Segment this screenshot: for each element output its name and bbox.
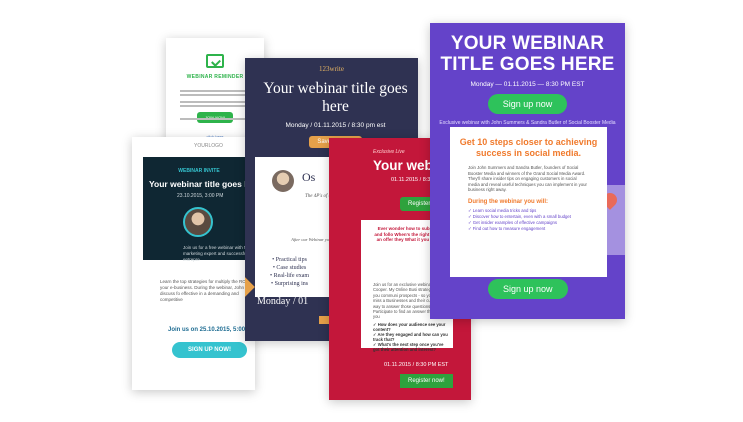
sign-up-button[interactable]: Sign up now [487, 94, 568, 114]
text-line [180, 94, 250, 96]
check-item: ✓ What's the next step once you've got t… [373, 342, 444, 352]
write-title: Your webinar title goes here [263, 80, 408, 115]
purple-panel-body: Join John Summers and Sandra Butler, fou… [468, 165, 587, 193]
write-date-bottom: Monday / 01 [257, 296, 309, 307]
invite-join-date: Join us on 25.10.2015, 5:00 P [168, 327, 251, 333]
bullet-item: • Case studies [272, 265, 307, 271]
purple-webinar-card: YOUR WEBINAR TITLE GOES HERE Monday — 01… [430, 23, 625, 319]
bullet-item: • Real-life exam [270, 273, 310, 279]
logo: YOURLOGO [194, 143, 223, 149]
webinar-invite-card: YOURLOGO WEBINAR INVITE Your webinar tit… [132, 137, 255, 390]
presenter-avatar [183, 207, 213, 237]
red-checklist: ✓ How does your audience see your conten… [373, 322, 451, 352]
bullet-item: • Practical tips [272, 257, 307, 263]
invite-body: Learn the top strategies for multiply th… [160, 279, 253, 302]
invite-hero: WEBINAR INVITE Your webinar title goes l… [143, 157, 255, 262]
will-item: ✓ Find out how to measure engagement [468, 225, 546, 231]
write-date: Monday / 01.11.2015 / 8:30 pm est [285, 122, 386, 129]
presenter-name: Os [302, 170, 316, 184]
invite-title: Your webinar title goes l [149, 179, 247, 189]
presenter-avatar [272, 170, 294, 192]
check-item: ✓ Are they engaged and how can you track… [373, 332, 448, 342]
sign-up-now-button[interactable]: SIGN UP NOW! [172, 342, 247, 358]
bullet-item: • Surprising ins [270, 281, 309, 287]
text-line [180, 90, 250, 92]
purple-date-bottom: Monday — 01.11.2015 — 8:30 PM EST [466, 261, 589, 268]
text-line [180, 118, 250, 120]
brand-logo: 123write [319, 65, 344, 73]
text-line [180, 101, 250, 103]
purple-title: YOUR WEBINAR TITLE GOES HERE [440, 33, 615, 75]
write-bullets: • Practical tips • Case studies • Real-l… [270, 256, 309, 288]
calendar-icon [206, 54, 224, 68]
text-line [180, 105, 250, 107]
purple-panel-title: Get 10 steps closer to achieving success… [459, 137, 598, 158]
invite-kicker: WEBINAR INVITE [178, 168, 220, 174]
purple-will-list: ✓ Learn social media tricks and tips ✓ D… [468, 208, 607, 232]
purple-will-title: During the webinar you will: [468, 198, 549, 205]
purple-date: Monday — 01.11.2015 — 8:30 PM EST [470, 81, 585, 88]
red-date-bottom: 01.11.2015 / 8:30 PM EST [384, 362, 449, 368]
register-now-button[interactable]: Register now! [400, 374, 453, 388]
check-item: ✓ How does your audience see your conten… [373, 322, 446, 332]
purple-exclusive: Exclusive webinar with John Summers & Sa… [439, 120, 616, 126]
purple-panel: Get 10 steps closer to achieving success… [450, 127, 607, 277]
invite-date: 23.10.2015, 3:00 PM [177, 193, 224, 199]
sign-up-button-bottom[interactable]: Sign up now [488, 279, 568, 299]
chevron-right-icon [245, 277, 255, 297]
